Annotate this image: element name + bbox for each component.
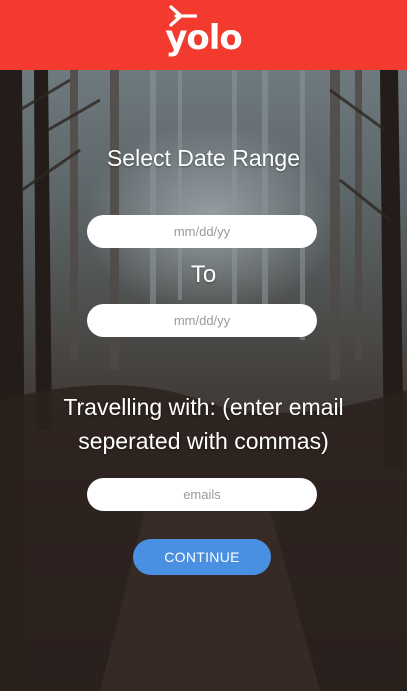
start-date-input[interactable] xyxy=(87,215,317,248)
to-label: To xyxy=(190,261,217,288)
emails-input[interactable] xyxy=(87,478,317,511)
travelling-with-label: Travelling with: (enter email seperated … xyxy=(63,394,344,454)
plane-icon xyxy=(169,5,198,27)
date-range-title: Select Date Range xyxy=(106,145,301,171)
continue-button[interactable]: CONTINUE xyxy=(133,539,271,575)
yolo-logo[interactable]: yolo xyxy=(165,5,243,55)
trip-form: Select Date Range To Travelling with: (e… xyxy=(0,70,407,691)
end-date-input[interactable] xyxy=(87,304,317,337)
app-header: yolo xyxy=(0,0,407,70)
